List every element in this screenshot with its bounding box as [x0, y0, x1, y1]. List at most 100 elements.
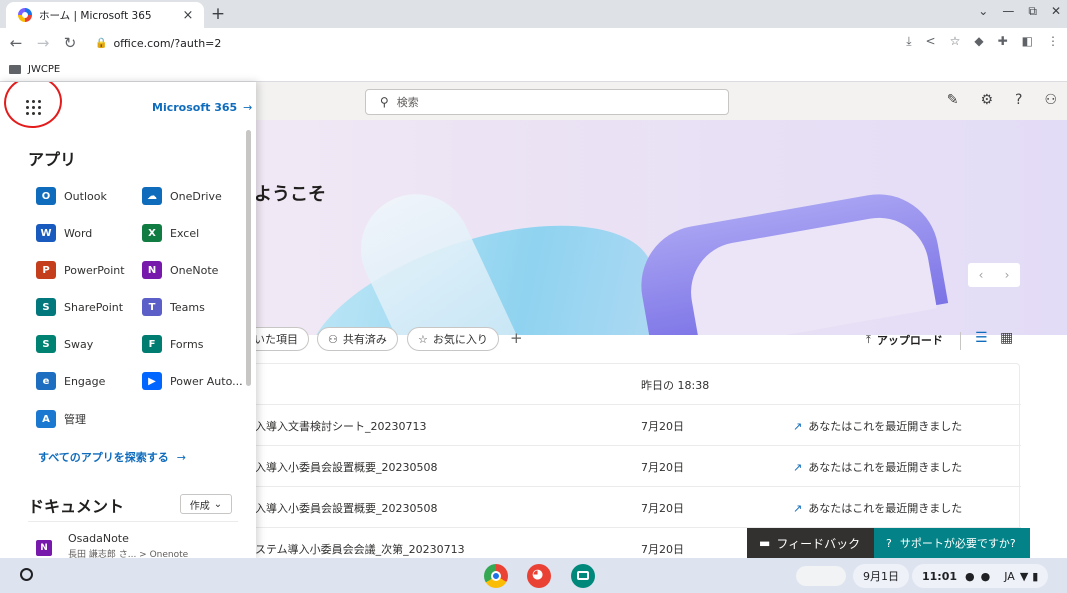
- app-sway[interactable]: S Sway: [36, 335, 93, 353]
- filter-favorites[interactable]: ☆ お気に入り: [407, 327, 499, 351]
- file-name: 入導入小委員会設置概要_20230508: [255, 461, 438, 474]
- restore-icon[interactable]: ⧉: [1028, 4, 1037, 19]
- word-icon: W: [36, 224, 56, 242]
- apps-heading: アプリ: [28, 150, 77, 169]
- date-pill[interactable]: 9月1日: [853, 564, 909, 588]
- explore-label: すべてのアプリを探索する: [38, 451, 169, 464]
- grid-view-icon[interactable]: ▦: [1000, 330, 1013, 346]
- minimize-icon[interactable]: —: [1002, 4, 1014, 19]
- powerpoint-icon: P: [36, 261, 56, 279]
- help-icon[interactable]: ?: [1015, 92, 1022, 108]
- search-placeholder: 検索: [396, 96, 419, 109]
- app-powerpoint[interactable]: P PowerPoint: [36, 261, 125, 279]
- power-automate-icon: ▶: [142, 372, 162, 390]
- explore-all-apps-link[interactable]: すべてのアプリを探索する →: [38, 449, 186, 465]
- os-launcher-icon[interactable]: [20, 568, 33, 581]
- table-row[interactable]: 入導入小委員会設置概要_20230508 7月20日 ↗ あなたはこれを最近開き…: [231, 446, 1021, 487]
- ime-label: JA: [1004, 569, 1015, 583]
- filter-shared-label: 共有済み: [342, 333, 387, 346]
- list-view-icon[interactable]: ☰: [975, 330, 988, 346]
- file-activity: ↗ あなたはこれを最近開きました: [793, 459, 962, 475]
- window-controls: ⌄ — ⧉ ✕: [978, 4, 1061, 19]
- create-button[interactable]: 作成 ⌄: [180, 494, 232, 514]
- screen-thumbnail-icon[interactable]: [796, 566, 846, 586]
- palette-app-icon[interactable]: [527, 564, 551, 588]
- bookmark-jwcpe[interactable]: JWCPE: [28, 64, 60, 75]
- divider: [28, 521, 238, 522]
- close-window-icon[interactable]: ✕: [1051, 4, 1061, 19]
- app-label: Sway: [64, 337, 94, 351]
- active-tab[interactable]: ホーム | Microsoft 365 ×: [6, 2, 204, 28]
- carousel-next-icon[interactable]: ›: [1005, 268, 1010, 282]
- chrome-app-icon[interactable]: [484, 564, 508, 588]
- table-row[interactable]: 入導入文書検討シート_20230713 7月20日 ↗ あなたはこれを最近開きま…: [231, 405, 1021, 446]
- app-label: Word: [64, 226, 93, 240]
- feedback-button[interactable]: ▬ フィードバック: [747, 528, 874, 558]
- close-tab-icon[interactable]: ×: [180, 8, 196, 23]
- app-onenote[interactable]: N OneNote: [142, 261, 218, 279]
- teams-icon: T: [142, 298, 162, 316]
- extension-shield-icon[interactable]: ◆: [974, 34, 983, 49]
- back-icon[interactable]: ←: [5, 34, 27, 52]
- filter-shared[interactable]: ⚇ 共有済み: [317, 327, 398, 351]
- side-panel-icon[interactable]: ◧: [1022, 34, 1033, 49]
- app-label: Power Auto...: [170, 374, 243, 388]
- add-filter-button[interactable]: +: [510, 329, 523, 347]
- forward-icon[interactable]: →: [32, 34, 54, 52]
- scrollbar[interactable]: [246, 130, 251, 386]
- status-tray[interactable]: 11:01 ● ● JA ▼ ▮: [912, 564, 1049, 588]
- bookmark-star-icon[interactable]: ☆: [950, 34, 961, 49]
- install-app-icon[interactable]: ⤓: [906, 34, 911, 49]
- activity-label: あなたはこれを最近開きました: [808, 420, 963, 433]
- profile-icon[interactable]: ⚇: [1044, 92, 1057, 108]
- feedback-label: フィードバック: [776, 536, 861, 551]
- app-sharepoint[interactable]: S SharePoint: [36, 298, 123, 316]
- upload-button[interactable]: ⤒ アップロード: [866, 332, 943, 348]
- bookmarks-bar: JWCPE: [0, 58, 1067, 82]
- new-tab-button[interactable]: +: [208, 4, 228, 24]
- carousel-prev-icon[interactable]: ‹: [979, 268, 984, 282]
- table-row[interactable]: 入導入小委員会設置概要_20230508 7月20日 ↗ あなたはこれを最近開き…: [231, 487, 1021, 528]
- excel-icon: X: [142, 224, 162, 242]
- settings-icon[interactable]: ⚙: [980, 92, 993, 108]
- app-onedrive[interactable]: ☁ OneDrive: [142, 187, 222, 205]
- share-icon[interactable]: <: [926, 34, 936, 49]
- edit-note-icon[interactable]: ✎: [947, 92, 959, 108]
- upload-icon: ⤒: [866, 333, 871, 346]
- sway-icon: S: [36, 335, 56, 353]
- app-outlook[interactable]: O Outlook: [36, 187, 107, 205]
- filter-recent-label: いた項目: [254, 333, 298, 346]
- app-teams[interactable]: T Teams: [142, 298, 205, 316]
- app-forms[interactable]: F Forms: [142, 335, 203, 353]
- tab-search-icon[interactable]: ⌄: [978, 4, 988, 19]
- menu-icon[interactable]: ⋮: [1047, 34, 1059, 49]
- search-input[interactable]: ⚲ 検索: [365, 89, 729, 115]
- star-icon: ☆: [418, 332, 428, 346]
- welcome-title: ようこそ: [254, 184, 326, 205]
- support-button[interactable]: ? サポートが必要ですか?: [874, 528, 1030, 558]
- upload-label: アップロード: [876, 334, 943, 347]
- status-dot-icon: ●: [965, 569, 975, 583]
- open-recent-icon: ↗: [793, 419, 803, 433]
- people-icon: ⚇: [328, 332, 338, 346]
- app-admin[interactable]: A 管理: [36, 410, 86, 428]
- app-power-automate[interactable]: ▶ Power Auto...: [142, 372, 243, 390]
- extensions-puzzle-icon[interactable]: ✚: [998, 34, 1008, 49]
- app-word[interactable]: W Word: [36, 224, 92, 242]
- app-launcher-waffle-icon[interactable]: [22, 96, 44, 118]
- onedrive-icon: ☁: [142, 187, 162, 205]
- table-row[interactable]: 昨日の 18:38: [231, 364, 1021, 405]
- microsoft-365-link[interactable]: Microsoft 365 →: [152, 101, 252, 114]
- reload-icon[interactable]: ↻: [59, 34, 81, 52]
- file-activity: ↗ あなたはこれを最近開きました: [793, 500, 962, 516]
- app-excel[interactable]: X Excel: [142, 224, 199, 242]
- address-bar[interactable]: 🔒 office.com/?auth=2: [95, 31, 221, 55]
- app-engage[interactable]: e Engage: [36, 372, 105, 390]
- messages-app-icon[interactable]: [571, 564, 595, 588]
- comment-icon: ▬: [759, 536, 771, 550]
- document-item[interactable]: N OsadaNote 長田 謙志郎 さ... > Onenote: [36, 532, 188, 558]
- lock-icon[interactable]: 🔒: [95, 38, 107, 49]
- arrow-right-icon: →: [176, 451, 187, 464]
- header-icons: ✎ ⚙ ? ⚇: [947, 92, 1057, 108]
- engage-icon: e: [36, 372, 56, 390]
